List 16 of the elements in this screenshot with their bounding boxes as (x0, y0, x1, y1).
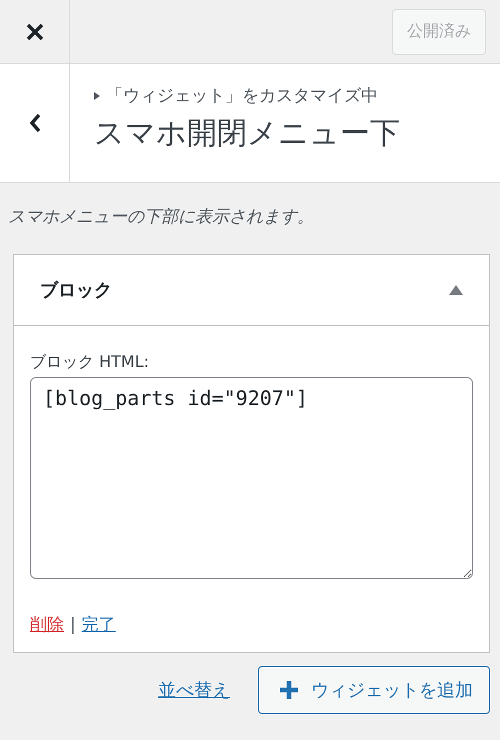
close-icon (26, 22, 44, 40)
add-widget-button[interactable]: ウィジェットを追加 (258, 666, 490, 714)
html-field[interactable]: [blog_parts id="9207"] (30, 377, 473, 579)
breadcrumb: 「ウィジェット」をカスタマイズ中 (106, 85, 378, 107)
triangle-icon (94, 92, 100, 100)
field-label: ブロック HTML: (30, 352, 149, 373)
delete-link[interactable]: 削除 (30, 613, 64, 636)
section-description: スマホメニューの下部に表示されます。 (8, 207, 314, 227)
toggle-icon[interactable] (449, 285, 463, 295)
widget-title: ブロック (40, 279, 112, 302)
separator: | (70, 614, 76, 634)
reorder-link[interactable]: 並べ替え (158, 678, 230, 702)
done-link[interactable]: 完了 (82, 613, 116, 636)
section-title: スマホ開閉メニュー下 (94, 115, 400, 153)
back-icon (28, 113, 40, 133)
plus-icon (279, 680, 299, 700)
